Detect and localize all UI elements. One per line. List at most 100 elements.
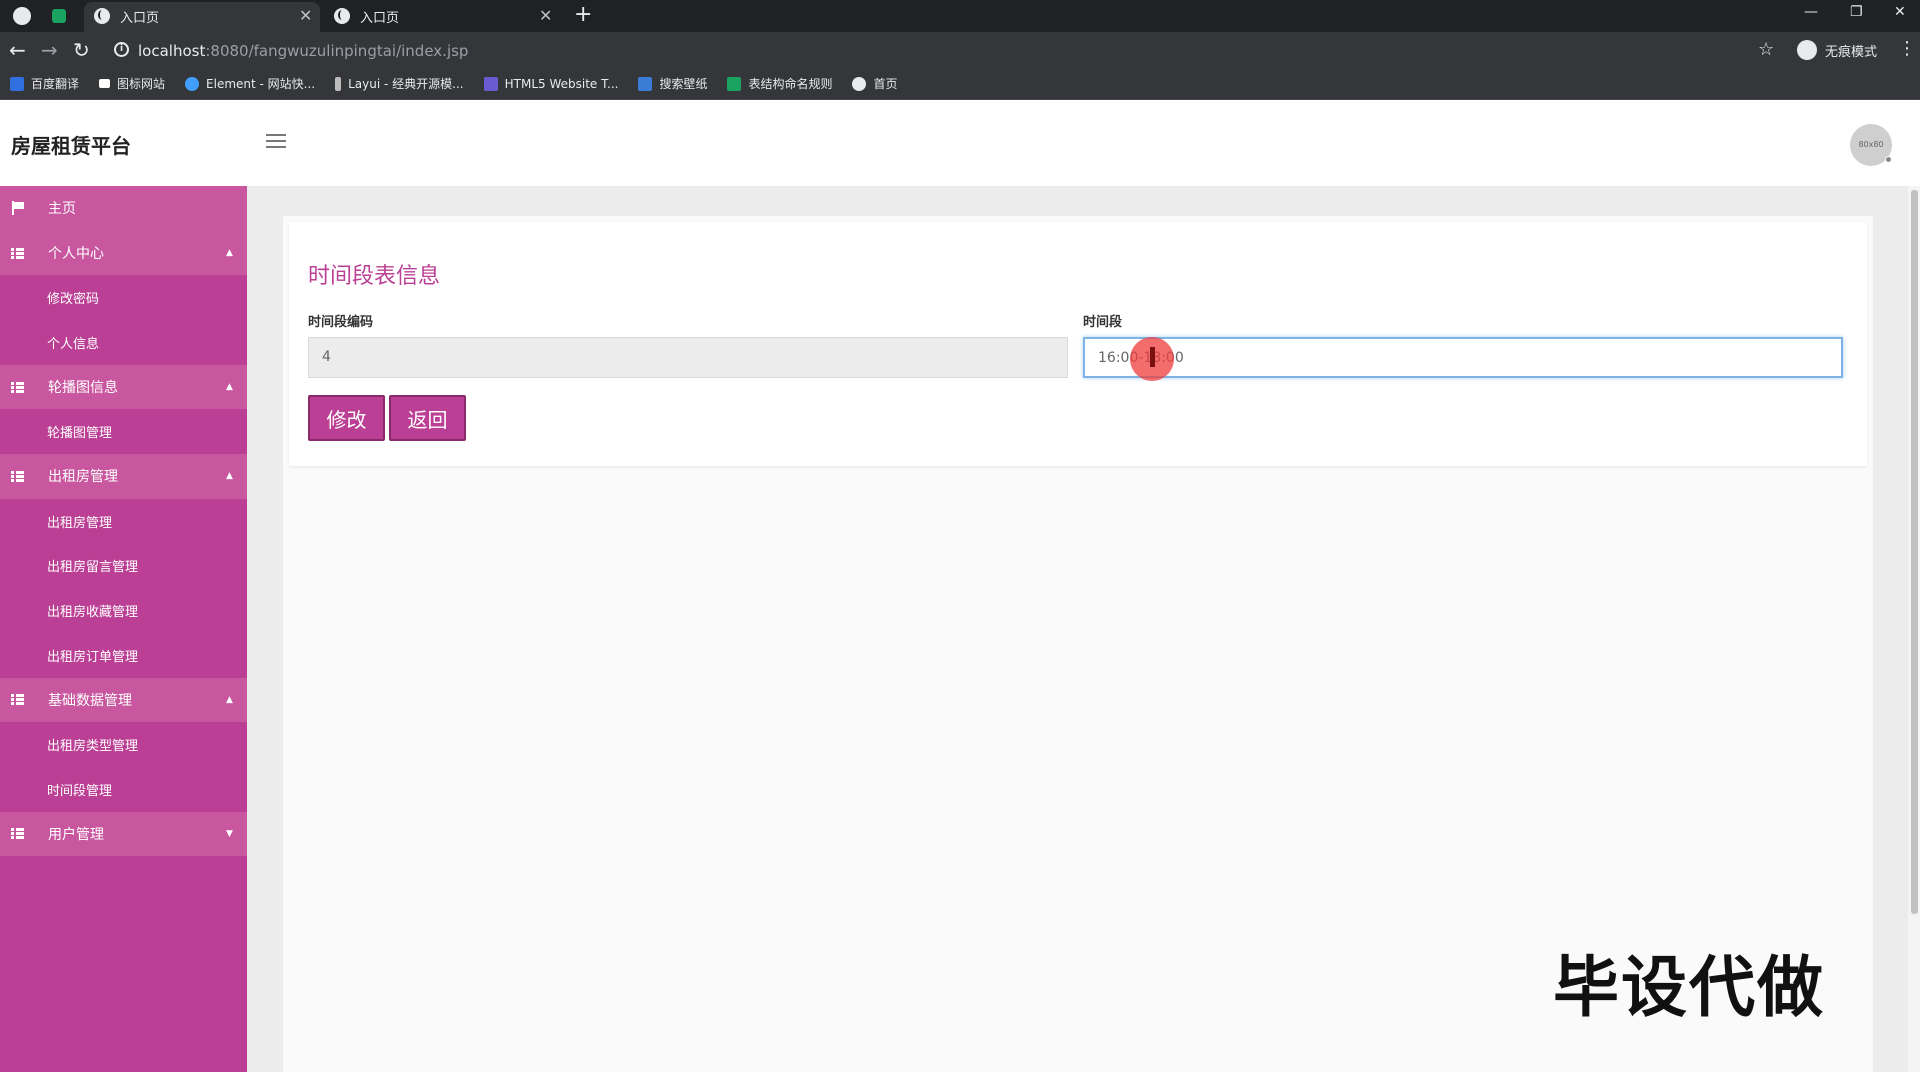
sidebar-item-label: 基础数据管理 (48, 692, 132, 709)
bookmark-icon (10, 76, 24, 91)
bookmark-label: 搜索壁纸 (659, 77, 708, 91)
brand-title: 房屋租赁平台 (11, 134, 131, 158)
sidebar-item-label: 轮播图管理 (47, 426, 113, 442)
caret-up-icon: ▲ (226, 694, 233, 705)
sidebar-item-rental-favorites[interactable]: 出租房收藏管理 (0, 588, 247, 633)
back-button[interactable]: 返回 (389, 395, 466, 441)
sidebar-item-rental-messages[interactable]: 出租房留言管理 (0, 544, 247, 589)
sidebar-group-basic-data[interactable]: 基础数据管理 ▲ (0, 677, 247, 723)
grid-icon (11, 828, 24, 840)
sidebar-group-rental[interactable]: 出租房管理 ▲ (0, 454, 247, 499)
restore-icon[interactable]: ❐ (1850, 4, 1863, 20)
hamburger-icon[interactable] (266, 134, 286, 150)
bookmark-icon (727, 76, 742, 91)
new-tab-icon[interactable]: + (574, 2, 592, 27)
sidebar: 主页 个人中心 ▲ 修改密码 个人信息 轮播图信息 ▲ 轮播图管理 出租房管理 … (0, 186, 247, 1072)
tab-1-label: 入口页 (120, 10, 160, 26)
sidebar-item-rental-orders[interactable]: 出租房订单管理 (0, 633, 247, 678)
caret-up-icon: ▲ (226, 248, 233, 259)
reload-icon[interactable]: ↻ (73, 38, 90, 62)
sidebar-item-carousel-manage[interactable]: 轮播图管理 (0, 409, 247, 454)
window-close-icon[interactable]: ✕ (1894, 4, 1906, 20)
sidebar-item-personal-info[interactable]: 个人信息 (0, 320, 247, 365)
sidebar-item-label: 轮播图信息 (48, 380, 118, 397)
browser-tab-bar: 入口页 ✕ 入口页 ✕ + — ❐ ✕ (0, 0, 1920, 32)
bookmark-icon (483, 76, 498, 91)
incognito-indicator[interactable]: 无痕模式 (1797, 40, 1877, 60)
browser-menu-dots-icon[interactable]: ⋮ (1898, 38, 1916, 59)
grid-icon (11, 381, 24, 393)
bookmark-icon (185, 76, 200, 91)
tab-1[interactable]: 入口页 (94, 0, 159, 32)
page-title: 时间段表信息 (308, 264, 441, 289)
sidebar-item-rental-manage[interactable]: 出租房管理 (0, 499, 247, 544)
text-cursor-icon (1150, 347, 1155, 367)
caret-down-icon: ▼ (226, 828, 233, 839)
grid-icon (11, 470, 24, 482)
sidebar-item-time-periods[interactable]: 时间段管理 (0, 767, 247, 812)
sidebar-item-label: 时间段管理 (47, 783, 113, 799)
scrollbar-thumb[interactable] (1911, 190, 1918, 914)
bookmark[interactable]: HTML5 Website T... (483, 76, 619, 91)
site-info-icon[interactable]: i (114, 42, 129, 57)
sidebar-item-label: 出租房订单管理 (47, 649, 139, 665)
sidebar-item-label: 出租房留言管理 (47, 560, 139, 576)
bookmark-icon (638, 76, 653, 91)
bookmark-icon (335, 76, 342, 91)
caret-up-icon: ▲ (226, 382, 233, 393)
period-field-label: 时间段 (1083, 315, 1123, 330)
globe-icon (852, 76, 867, 91)
tab-2-label: 入口页 (360, 10, 400, 26)
bookmark-label: Layui - 经典开源模... (348, 77, 464, 91)
url-field[interactable]: localhost:8080/fangwuzulinpingtai/index.… (138, 42, 468, 60)
tab-1-close-icon[interactable]: ✕ (299, 6, 312, 25)
url-host: localhost (138, 42, 206, 60)
bookmark-label: 首页 (873, 77, 898, 91)
app-header: 房屋租赁平台 80x80 (0, 100, 1920, 186)
minimize-icon[interactable]: — (1804, 4, 1818, 20)
bookmark[interactable]: 百度翻译 (10, 75, 79, 92)
sidebar-group-users[interactable]: 用户管理 ▼ (0, 811, 247, 857)
sidebar-item-label: 个人信息 (47, 336, 100, 352)
sidebar-item-label: 用户管理 (48, 826, 104, 843)
sidebar-item-label: 出租房收藏管理 (47, 605, 139, 621)
tab-2[interactable]: 入口页 (334, 0, 399, 32)
code-field-label: 时间段编码 (308, 315, 374, 330)
globe-icon (94, 8, 110, 24)
bookmark[interactable]: 图标网站 (99, 75, 165, 92)
code-field[interactable]: 4 (308, 337, 1068, 378)
bookmark[interactable]: Element - 网站快... (185, 75, 315, 92)
bookmark[interactable]: 首页 (852, 75, 898, 92)
sidebar-group-personal[interactable]: 个人中心 ▲ (0, 230, 247, 276)
flag-icon (12, 201, 24, 216)
forward-icon[interactable]: → (41, 38, 58, 62)
pinned-tab-icon[interactable] (52, 9, 66, 23)
sidebar-item-label: 出租房管理 (47, 515, 113, 531)
bookmark-label: 百度翻译 (31, 77, 80, 91)
bookmark[interactable]: Layui - 经典开源模... (335, 75, 464, 92)
caret-up-icon: ▲ (226, 471, 233, 482)
incognito-icon (1797, 40, 1817, 60)
browser-menu-icon[interactable] (13, 7, 31, 25)
sidebar-item-rental-types[interactable]: 出租房类型管理 (0, 722, 247, 767)
sidebar-item-label: 出租房类型管理 (47, 739, 139, 755)
sidebar-item-label: 主页 (48, 201, 76, 218)
bookmark-label: 图标网站 (117, 77, 166, 91)
bookmark-star-icon[interactable]: ☆ (1758, 39, 1774, 60)
incognito-label: 无痕模式 (1825, 44, 1878, 60)
grid-icon (11, 694, 24, 706)
bookmarks-bar: 百度翻译 图标网站 Element - 网站快... Layui - 经典开源模… (0, 68, 1920, 100)
sidebar-item-home[interactable]: 主页 (0, 186, 247, 231)
url-path: :8080/fangwuzulinpingtai/index.jsp (205, 42, 469, 60)
sidebar-group-carousel[interactable]: 轮播图信息 ▲ (0, 364, 247, 410)
back-icon[interactable]: ← (9, 38, 26, 62)
submit-button[interactable]: 修改 (308, 395, 385, 441)
bookmark-label: HTML5 Website T... (504, 76, 619, 91)
globe-icon (334, 8, 350, 24)
bookmark-label: Element - 网站快... (206, 77, 316, 91)
sidebar-item-change-password[interactable]: 修改密码 (0, 275, 247, 320)
bookmark[interactable]: 搜索壁纸 (638, 75, 707, 92)
bookmark[interactable]: 表结构命名规则 (727, 75, 832, 92)
period-field[interactable]: 16:00-18:00 (1083, 337, 1843, 378)
tab-2-close-icon[interactable]: ✕ (539, 6, 552, 25)
